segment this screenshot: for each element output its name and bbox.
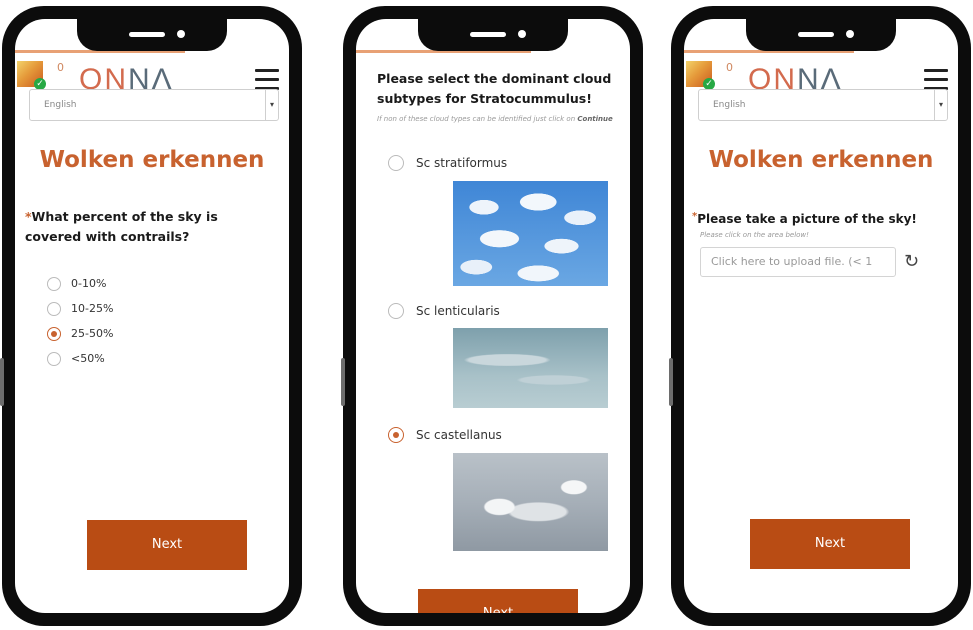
radio-button-selected[interactable] — [47, 326, 61, 341]
hint-text: If non of these cloud types can be ident… — [377, 114, 616, 125]
radio-option[interactable]: Sc stratiformus — [388, 155, 507, 171]
radio-option[interactable]: 0-10% — [47, 271, 113, 296]
menu-icon[interactable] — [924, 69, 948, 91]
continue-link[interactable]: Continue — [577, 115, 612, 123]
notch — [418, 19, 568, 51]
radio-label: 25-50% — [71, 327, 114, 340]
next-button[interactable]: Next — [87, 520, 247, 570]
hint-text: Please click on the area below! — [700, 231, 809, 239]
radio-label: <50% — [71, 352, 105, 365]
language-select[interactable]: English ▾ — [698, 89, 948, 121]
radio-option[interactable]: Sc castellanus — [388, 427, 502, 443]
radio-option[interactable]: <50% — [47, 346, 113, 371]
radio-label: 0-10% — [71, 277, 107, 290]
language-value: English — [44, 100, 77, 110]
phone-middle: Please select the dominant cloud subtype… — [341, 6, 643, 626]
page-title: Wolken erkennen — [39, 147, 265, 173]
radio-label: Sc stratiformus — [416, 156, 508, 170]
radio-button[interactable] — [388, 155, 404, 171]
cloud-image-stratiformus[interactable] — [453, 181, 608, 286]
upload-input[interactable]: Click here to upload file. (< 1 — [700, 247, 896, 277]
cloud-image-castellanus[interactable] — [453, 453, 608, 551]
screen-left: ✓ 0 ONNΛ English ▾ Wolken erkennen *What… — [15, 19, 289, 613]
page-title: Wolken erkennen — [708, 147, 934, 173]
phone-right: ✓ 0 ONNΛ English ▾ Wolken erkennen *Plea… — [669, 6, 971, 626]
radio-label: Sc castellanus — [416, 428, 502, 442]
question-text: *Please take a picture of the sky! — [692, 211, 948, 226]
radio-option[interactable]: 25-50% — [47, 321, 113, 346]
screen-right: ✓ 0 ONNΛ English ▾ Wolken erkennen *Plea… — [684, 19, 958, 613]
chevron-down-icon: ▾ — [265, 90, 278, 120]
radio-group: 0-10% 10-25% 25-50% <50% — [47, 271, 113, 371]
radio-option[interactable]: Sc lenticularis — [388, 303, 500, 319]
camera — [846, 30, 854, 38]
radio-button-selected[interactable] — [388, 427, 404, 443]
radio-button[interactable] — [47, 301, 61, 316]
phone-left: ✓ 0 ONNΛ English ▾ Wolken erkennen *What… — [0, 6, 302, 626]
side-button — [669, 358, 673, 406]
speaker — [470, 32, 506, 37]
language-value: English — [713, 100, 746, 110]
question-label: Please take a picture of the sky! — [697, 212, 917, 226]
badge-icon[interactable]: ✓ — [17, 61, 46, 90]
refresh-icon[interactable]: ↻ — [904, 251, 919, 272]
menu-icon[interactable] — [255, 69, 279, 91]
radio-button[interactable] — [47, 351, 61, 366]
language-select[interactable]: English ▾ — [29, 89, 279, 121]
speaker — [798, 32, 834, 37]
radio-button[interactable] — [388, 303, 404, 319]
question-label: What percent of the sky is covered with … — [25, 209, 218, 244]
radio-label: 10-25% — [71, 302, 114, 315]
points-counter: 0 — [57, 61, 64, 74]
badge-icon[interactable]: ✓ — [686, 61, 715, 90]
hint-prefix: If non of these cloud types can be ident… — [377, 115, 576, 123]
points-counter: 0 — [726, 61, 733, 74]
radio-label: Sc lenticularis — [416, 304, 500, 318]
side-button — [341, 358, 345, 406]
radio-option[interactable]: 10-25% — [47, 296, 113, 321]
camera — [177, 30, 185, 38]
page-title: Please select the dominant cloud subtype… — [377, 71, 612, 106]
cloud-image-lenticularis[interactable] — [453, 328, 608, 408]
question-text: *What percent of the sky is covered with… — [25, 207, 277, 247]
notch — [77, 19, 227, 51]
speaker — [129, 32, 165, 37]
notch — [746, 19, 896, 51]
next-button[interactable]: Next — [750, 519, 910, 569]
side-button — [0, 358, 4, 406]
radio-button[interactable] — [47, 276, 61, 291]
next-button[interactable]: Next — [418, 589, 578, 613]
camera — [518, 30, 526, 38]
chevron-down-icon: ▾ — [934, 90, 947, 120]
screen-middle: Please select the dominant cloud subtype… — [356, 19, 630, 613]
